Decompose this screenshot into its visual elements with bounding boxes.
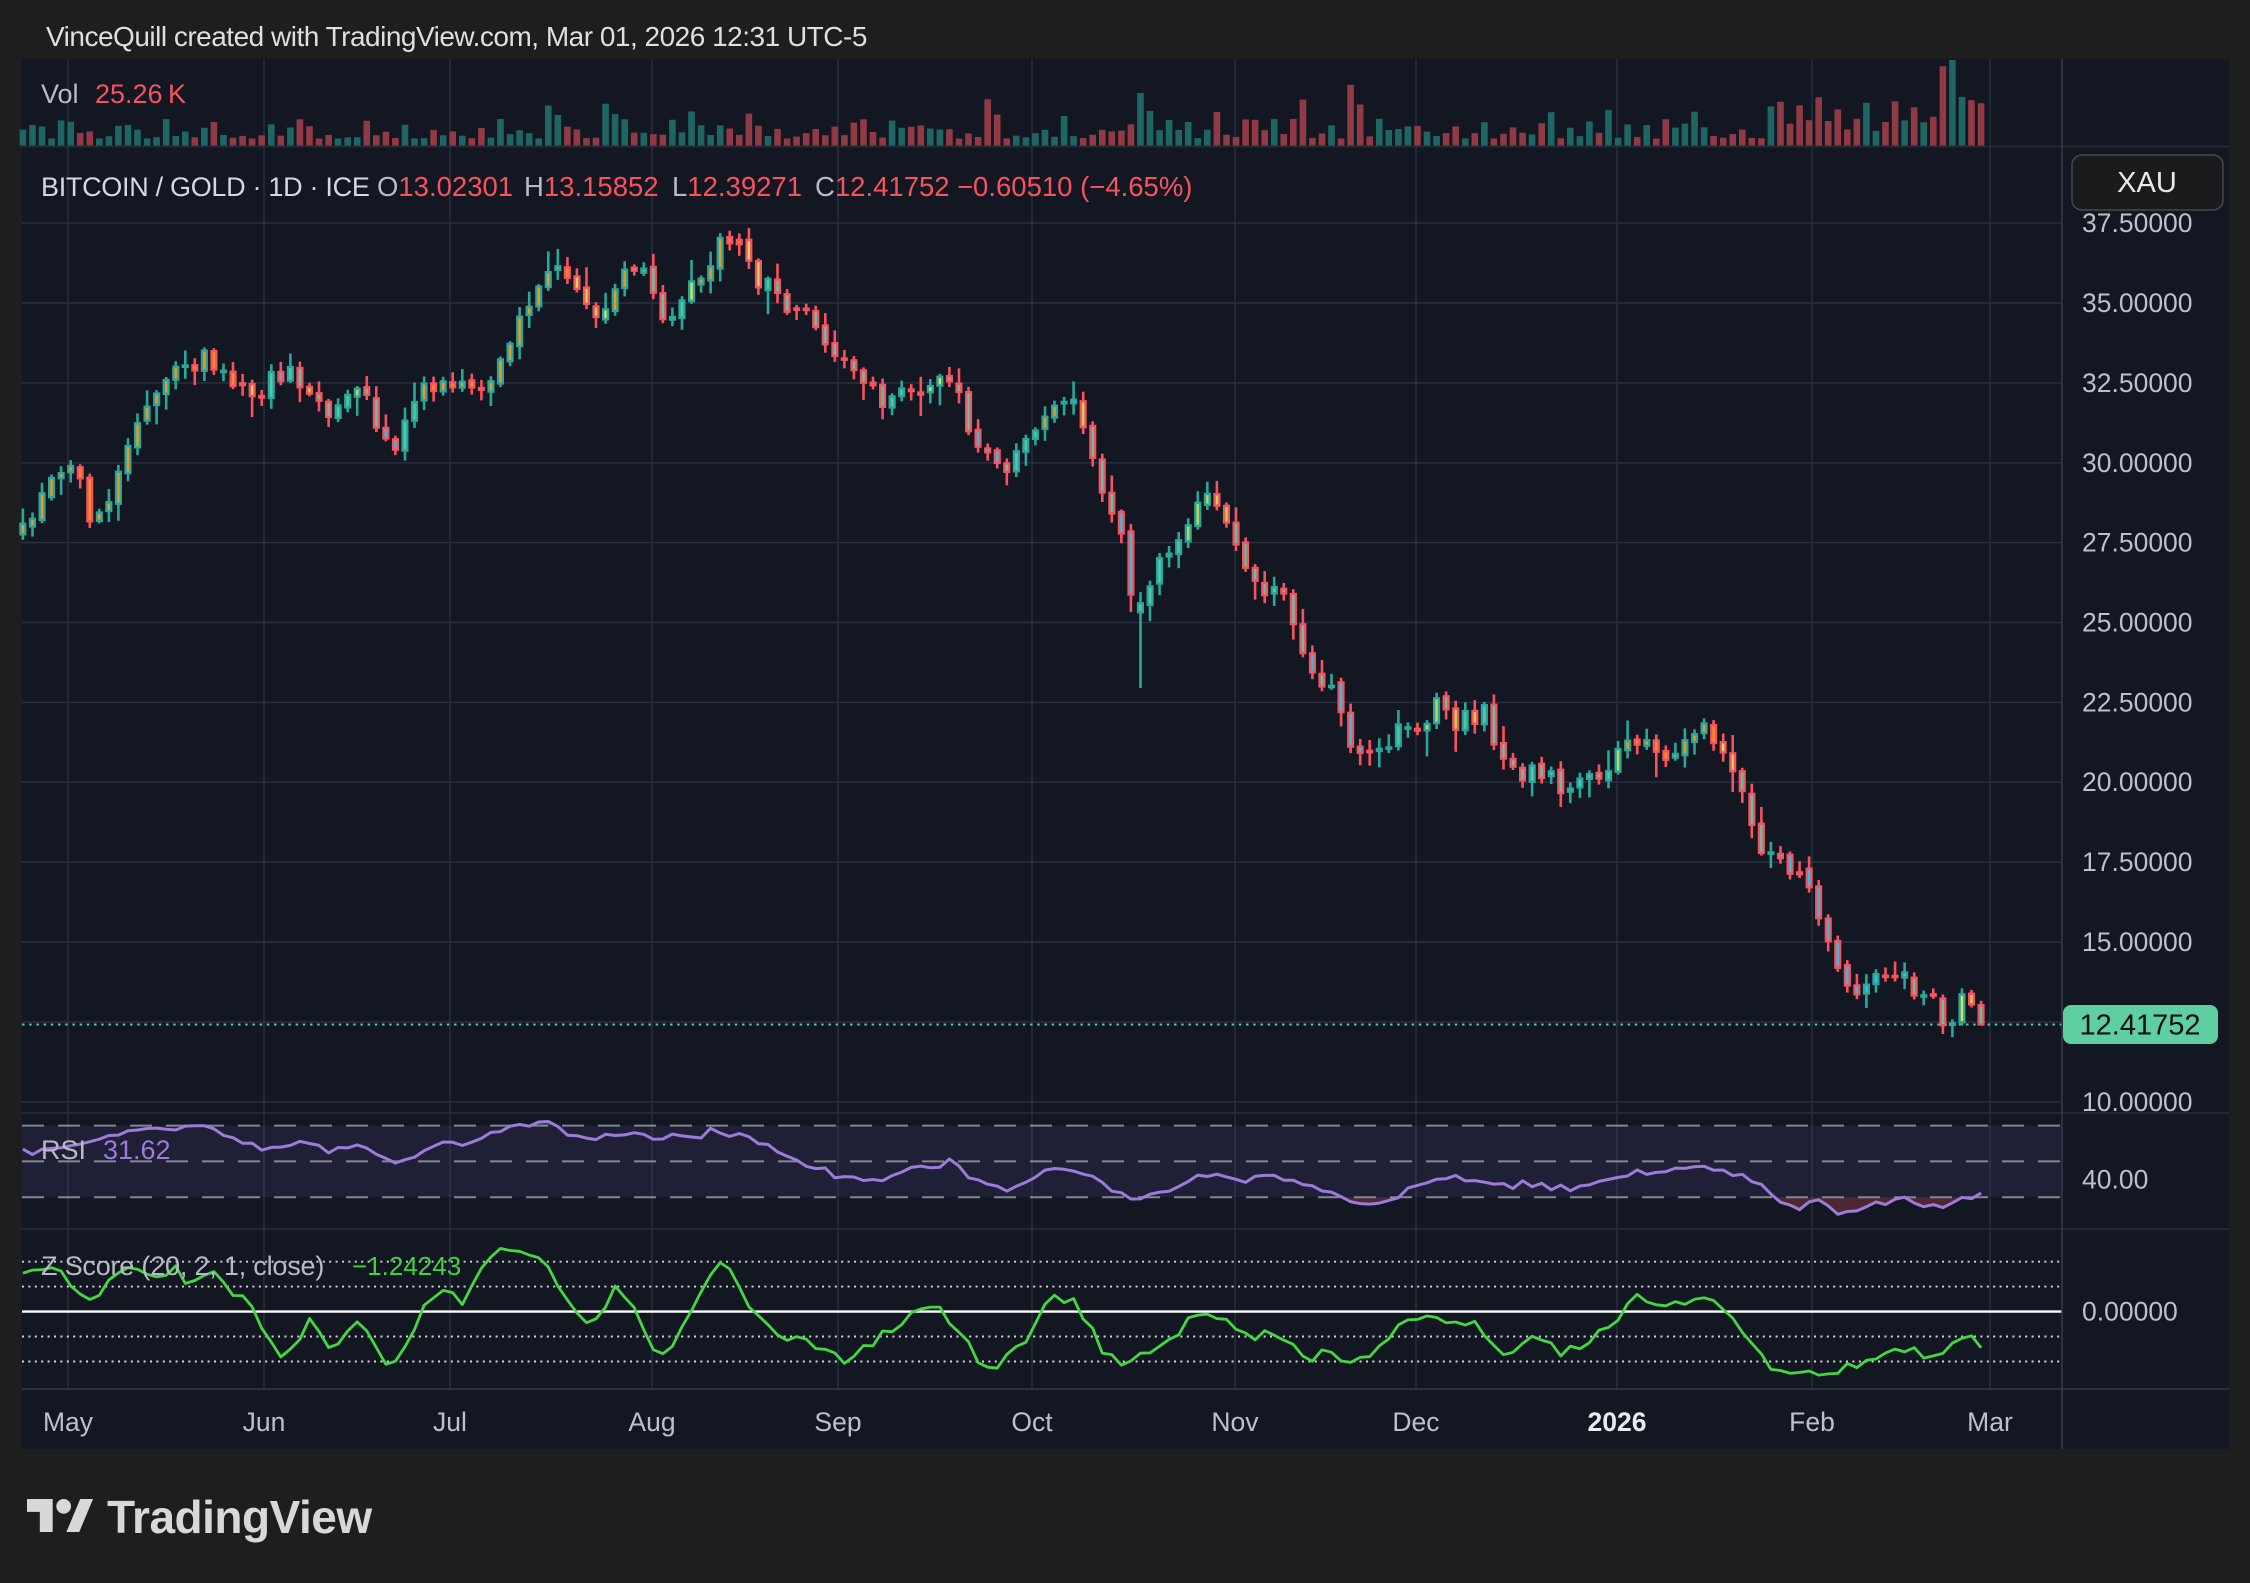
svg-text:May: May [43,1407,94,1437]
svg-text:Feb: Feb [1789,1407,1835,1437]
svg-text:L12.39271: L12.39271 [672,171,802,202]
svg-text:TradingView: TradingView [107,1491,372,1543]
svg-text:Dec: Dec [1392,1407,1439,1437]
svg-text:40.00: 40.00 [2082,1164,2148,1194]
svg-text:H13.15852: H13.15852 [524,171,659,202]
svg-text:22.50000: 22.50000 [2082,687,2193,717]
svg-text:12.41752: 12.41752 [2080,1010,2201,1042]
svg-text:15.00000: 15.00000 [2082,927,2193,957]
svg-text:2026: 2026 [1588,1407,1647,1437]
svg-text:VinceQuill created with Tradin: VinceQuill created with TradingView.com,… [46,21,867,52]
svg-text:25.26 K: 25.26 K [95,79,186,109]
svg-text:Aug: Aug [628,1407,675,1437]
svg-text:Jul: Jul [433,1407,467,1437]
svg-text:30.00000: 30.00000 [2082,448,2193,478]
svg-text:35.00000: 35.00000 [2082,288,2193,318]
svg-text:Jun: Jun [243,1407,286,1437]
svg-text:0.00000: 0.00000 [2082,1297,2178,1327]
svg-text:C12.41752: C12.41752 [815,171,950,202]
svg-text:Sep: Sep [814,1407,861,1437]
svg-text:17.50000: 17.50000 [2082,847,2193,877]
svg-text:27.50000: 27.50000 [2082,528,2193,558]
svg-text:−1.24243: −1.24243 [352,1251,461,1281]
svg-text:20.00000: 20.00000 [2082,767,2193,797]
svg-text:Z Score (20, 2, 1, close): Z Score (20, 2, 1, close) [41,1251,324,1281]
svg-text:25.00000: 25.00000 [2082,608,2193,638]
svg-text:−0.60510 (−4.65%): −0.60510 (−4.65%) [957,171,1192,202]
svg-text:37.50000: 37.50000 [2082,208,2193,238]
svg-text:O13.02301: O13.02301 [377,171,513,202]
svg-text:10.00000: 10.00000 [2082,1087,2193,1117]
svg-text:BITCOIN / GOLD · 1D · ICE: BITCOIN / GOLD · 1D · ICE [41,172,370,202]
svg-text:Oct: Oct [1011,1407,1053,1437]
svg-text:Vol: Vol [41,79,79,109]
svg-text:31.62: 31.62 [103,1135,171,1165]
svg-text:RSI: RSI [41,1135,86,1165]
svg-text:32.50000: 32.50000 [2082,368,2193,398]
svg-text:XAU: XAU [2117,167,2177,199]
svg-text:Nov: Nov [1211,1407,1259,1437]
svg-text:Mar: Mar [1967,1407,2013,1437]
